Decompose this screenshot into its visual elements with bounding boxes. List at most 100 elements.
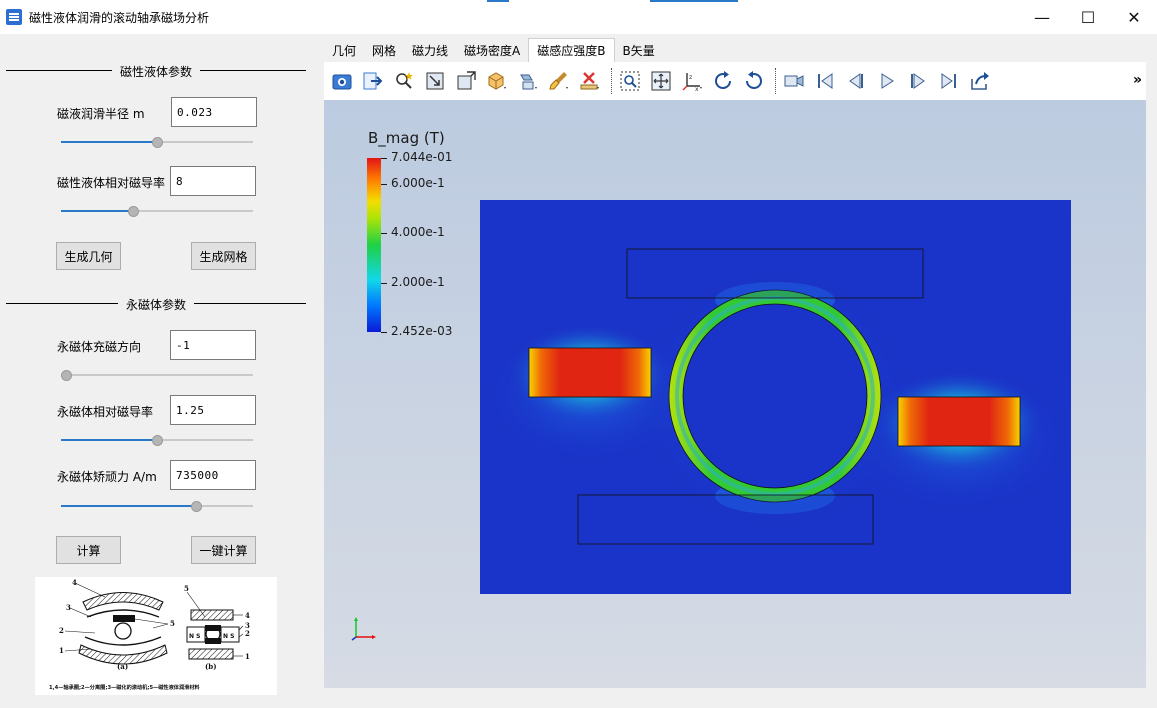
minimize-button[interactable]: — [1019,0,1065,34]
frame-icon[interactable] [423,69,447,93]
permanent-magnet-left [528,347,652,398]
magnet-ns-label: N S [223,633,234,640]
share-icon[interactable] [968,69,992,93]
colorbar-tick-label: 6.000e-1 [391,175,445,190]
toolbar-separator [611,68,612,94]
brush-dropdown-icon[interactable] [547,69,571,93]
bearing-ball [682,303,868,489]
fluid-group-header: 磁性液体参数 [6,63,306,79]
fluid-radius-slider[interactable] [61,136,253,148]
magnetic-fluid-shape [113,615,135,622]
tab-item[interactable]: 磁场密度A [456,38,528,62]
magnet-direction-input[interactable]: -1 [170,330,256,360]
tab-item[interactable]: B矢量 [615,38,663,62]
cube-dropdown-icon[interactable] [485,69,509,93]
axes-dropdown-icon[interactable]: zx [680,69,704,93]
diagram-label: 5 [184,584,189,593]
inner-race-rect [577,494,874,545]
outer-race-rect [626,248,924,299]
tab-item[interactable]: 磁感应强度B [528,38,615,62]
outer-ring-shape [82,592,164,611]
diagram-label: 2 [245,629,250,638]
diagram-sub-a: (a) [117,662,128,671]
pan-icon[interactable] [649,69,673,93]
fluid-perm-input[interactable]: 8 [170,166,256,196]
magnet-coercive-input[interactable]: 735000 [170,460,256,490]
fluid-radius-input[interactable]: 0.023 [171,97,257,127]
fluid-perm-label: 磁性液体相对磁导率 [57,176,166,190]
diagram-label: 3 [66,603,71,612]
window-title: 磁性液体润滑的滚动轴承磁场分析 [29,10,210,25]
toolbar-overflow-button[interactable]: » [1133,72,1142,88]
light-dropdown-icon[interactable] [516,69,540,93]
one-click-compute-button[interactable]: 一键计算 [191,536,256,564]
diagram-label: 4 [72,578,77,587]
slider-thumb[interactable] [151,435,163,446]
svg-text:z: z [689,74,692,81]
colorbar-min-label: 2.452e-03 [391,324,453,338]
diagram-caption: 1,4—轴承圈;2—分离圈;3—磁化的滚动机;5—磁性液体润滑材料 [49,683,201,691]
colorbar [367,158,381,332]
play-icon[interactable] [875,69,899,93]
export-icon[interactable] [361,69,385,93]
video-camera-icon[interactable] [782,69,806,93]
diagram-label: 2 [59,626,64,635]
view-tabs: 几何 网格 磁力线 磁场密度A 磁感应强度B B矢量 [324,38,663,62]
prev-frame-icon[interactable] [844,69,868,93]
window-titlebar: 磁性液体润滑的滚动轴承磁场分析 — ☐ ✕ [0,0,1157,34]
maximize-button[interactable]: ☐ [1065,0,1111,34]
generate-mesh-button[interactable]: 生成网格 [191,242,256,270]
window-right-edge [1146,34,1157,708]
generate-geometry-button[interactable]: 生成几何 [56,242,121,270]
diagram-label: 1 [59,646,64,655]
fluid-radius-label: 磁液润滑半径 m [57,107,145,121]
diagram-label: 1 [245,652,250,661]
magnet-group-header: 永磁体参数 [6,296,306,312]
slider-thumb[interactable] [151,137,163,148]
app-icon [6,9,22,25]
svg-text:x: x [695,86,699,92]
bearing-diagram-drawing: 4 3 2 1 5 5 4 3 2 1 (a) (b) N S N S 1,4—… [49,578,250,691]
slider-thumb[interactable] [127,206,139,217]
magnet-direction-label: 永磁体充磁方向 [57,340,142,354]
roller-shape [114,622,132,640]
render-viewport[interactable]: B_mag (T) 7.044e-01 6.000e-1 4.000e-1 2.… [324,100,1146,688]
close-button[interactable]: ✕ [1111,0,1157,34]
rotate-cw-icon[interactable] [711,69,735,93]
magnet-coercive-label: 永磁体矫顽力 A/m [57,470,157,484]
compute-button[interactable]: 计算 [56,536,121,564]
field-plot [351,200,1071,641]
title-accent-line-2 [650,0,738,2]
box-icon[interactable] [454,69,478,93]
parameter-panel: 磁性液体参数 磁液润滑半径 m 0.023 磁性液体相对磁导率 8 生成几何 生… [0,34,318,708]
magnet-direction-slider[interactable] [61,369,253,381]
delete-ruler-icon[interactable] [578,69,602,93]
magnet-group-title: 永磁体参数 [117,298,194,312]
rotate-ccw-icon[interactable] [742,69,766,93]
tab-item[interactable]: 网格 [364,38,404,62]
slider-thumb[interactable] [61,370,72,381]
first-frame-icon[interactable] [813,69,837,93]
camera-icon[interactable] [330,69,354,93]
tab-item[interactable]: 磁力线 [404,38,456,62]
last-frame-icon[interactable] [937,69,961,93]
slider-thumb[interactable] [191,501,203,512]
colorbar-max-label: 7.044e-01 [391,150,453,164]
fluid-group-title: 磁性液体参数 [111,65,200,79]
next-frame-icon[interactable] [906,69,930,93]
colorbar-tick-label: 4.000e-1 [391,225,445,240]
zoom-wand-icon[interactable] [392,69,416,93]
magnet-perm-slider[interactable] [61,434,253,446]
diagram-sub-b: (b) [205,662,217,671]
colorbar-tick [381,158,387,159]
colorbar-tick [381,332,387,333]
viewer-toolbar: zx » [324,62,1146,100]
magnet-perm-input[interactable]: 1.25 [170,395,256,425]
magnet-ns-label: N S [189,633,200,640]
fluid-perm-slider[interactable] [61,205,253,217]
diagram-label: 5 [170,619,175,628]
magnet-coercive-slider[interactable] [61,500,253,512]
tab-item[interactable]: 几何 [324,38,364,62]
title-accent-line [487,0,509,2]
zoom-box-icon[interactable] [618,69,642,93]
